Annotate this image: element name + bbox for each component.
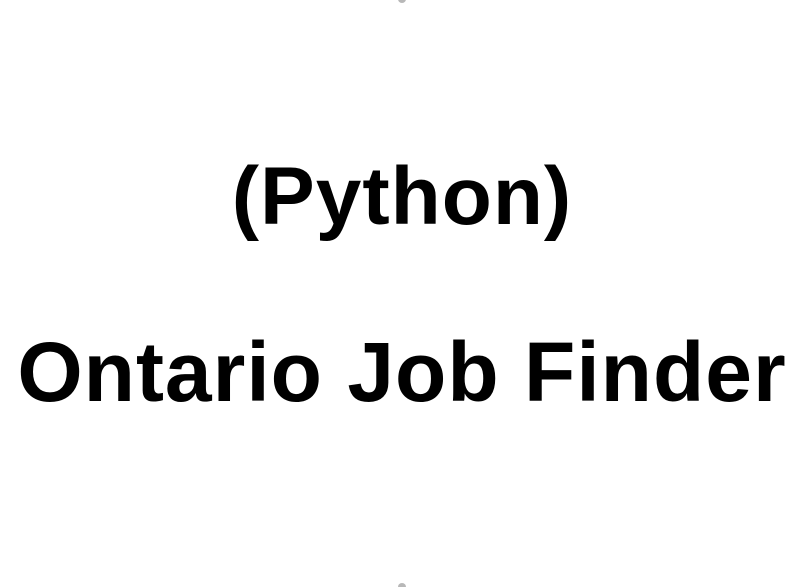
slide-canvas: (Python) Ontario Job Finder <box>0 0 804 587</box>
title-line-ontario-job-finder: Ontario Job Finder <box>17 325 787 419</box>
top-resize-handle-icon[interactable] <box>398 0 406 3</box>
title-line-python: (Python) <box>231 151 573 242</box>
bottom-resize-handle-icon[interactable] <box>398 583 406 587</box>
